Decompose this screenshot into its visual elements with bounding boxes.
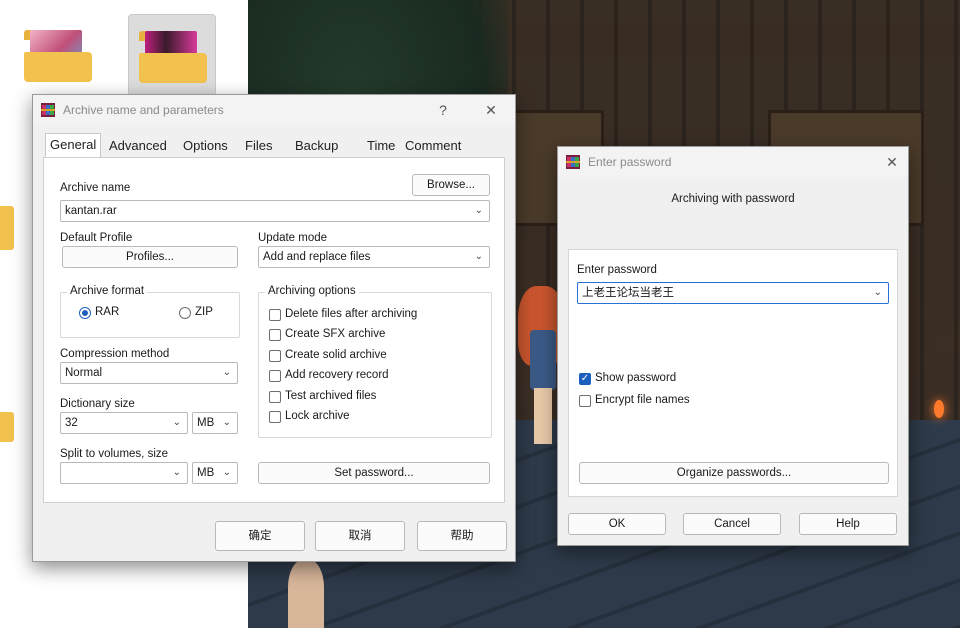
format-zip-radio[interactable]	[179, 307, 191, 319]
test-archived-label: Test archived files	[285, 390, 377, 402]
chevron-down-icon[interactable]: ⌄	[874, 283, 882, 303]
create-solid-checkbox[interactable]	[269, 350, 281, 362]
chevron-down-icon[interactable]: ⌄	[223, 463, 231, 483]
chevron-down-icon[interactable]: ⌄	[223, 363, 231, 383]
chevron-down-icon[interactable]: ⌄	[475, 247, 483, 267]
winrar-icon	[41, 103, 55, 117]
archive-name-value: kantan.rar	[65, 205, 117, 217]
folder-icon-partial	[0, 206, 14, 250]
cancel-button[interactable]: 取消	[315, 521, 405, 551]
split-unit-value: MB	[197, 467, 215, 479]
set-password-button[interactable]: Set password...	[258, 462, 490, 484]
format-rar-radio[interactable]	[79, 307, 91, 319]
tab-backup[interactable]: Backup	[291, 135, 342, 157]
dialog-titlebar[interactable]: Archive name and parameters ? ✕	[33, 95, 515, 125]
dictionary-size-label: Dictionary size	[60, 398, 135, 410]
chevron-down-icon[interactable]: ⌄	[173, 463, 181, 483]
tab-comment[interactable]: Comment	[401, 135, 465, 157]
delete-files-label: Delete files after archiving	[285, 308, 418, 320]
enter-password-dialog: Enter password ✕ Archiving with password…	[557, 146, 909, 546]
ok-button[interactable]: 确定	[215, 521, 305, 551]
create-sfx-checkbox[interactable]	[269, 329, 281, 341]
dialog-titlebar[interactable]: Enter password ✕	[558, 147, 908, 177]
profiles-button[interactable]: Profiles...	[62, 246, 238, 268]
archive-name-combobox[interactable]: kantan.rar ⌄	[60, 200, 490, 222]
recovery-record-checkbox[interactable]	[269, 370, 281, 382]
split-unit-select[interactable]: MB ⌄	[192, 462, 238, 484]
dictionary-unit-value: MB	[197, 417, 215, 429]
lock-archive-checkbox[interactable]	[269, 411, 281, 423]
archiving-options-group: Archiving options Delete files after arc…	[258, 285, 492, 438]
folder-item-selected[interactable]	[128, 14, 216, 96]
dictionary-unit-select[interactable]: MB ⌄	[192, 412, 238, 434]
show-password-checkbox[interactable]: ✓	[579, 373, 591, 385]
dictionary-size-value: 32	[65, 417, 78, 429]
chevron-down-icon[interactable]: ⌄	[475, 201, 483, 221]
help-button[interactable]: Help	[799, 513, 897, 535]
update-mode-select[interactable]: Add and replace files ⌄	[258, 246, 490, 268]
compression-method-label: Compression method	[60, 348, 170, 360]
enter-password-label: Enter password	[577, 264, 657, 276]
general-tab-panel: Archive name Browse... kantan.rar ⌄ Defa…	[43, 157, 505, 503]
folder-item[interactable]	[14, 14, 100, 94]
update-mode-label: Update mode	[258, 232, 328, 244]
format-rar-label: RAR	[95, 306, 120, 318]
folder-icon-partial	[0, 412, 14, 442]
lock-archive-label: Lock archive	[285, 410, 350, 422]
archive-format-label: Archive format	[67, 285, 148, 297]
help-question-icon[interactable]: ?	[433, 100, 453, 120]
lantern-light	[934, 400, 944, 418]
archive-parameters-dialog: Archive name and parameters ? ✕ General …	[32, 94, 516, 562]
archiving-options-label: Archiving options	[265, 285, 359, 297]
dialog-title: Archive name and parameters	[63, 103, 224, 117]
show-password-label: Show password	[595, 372, 677, 384]
winrar-icon	[566, 155, 580, 169]
folder-icon	[24, 30, 92, 82]
encrypt-file-names-label: Encrypt file names	[595, 394, 690, 406]
close-icon[interactable]: ✕	[481, 100, 501, 120]
tab-bar: General Advanced Options Files Backup Ti…	[43, 133, 505, 159]
dialog-title: Enter password	[588, 155, 672, 169]
create-solid-label: Create solid archive	[285, 349, 387, 361]
format-zip-label: ZIP	[195, 306, 213, 318]
password-value: 上老王论坛当老王	[582, 287, 674, 299]
chevron-down-icon[interactable]: ⌄	[173, 413, 181, 433]
tab-options[interactable]: Options	[179, 135, 232, 157]
dictionary-size-select[interactable]: 32 ⌄	[60, 412, 188, 434]
archive-format-group: Archive format RAR ZIP	[60, 285, 240, 338]
recovery-record-label: Add recovery record	[285, 369, 389, 381]
cancel-button[interactable]: Cancel	[683, 513, 781, 535]
tab-general[interactable]: General	[45, 133, 102, 159]
archiving-with-password-heading: Archiving with password	[671, 193, 795, 205]
browse-button[interactable]: Browse...	[412, 174, 490, 196]
create-sfx-label: Create SFX archive	[285, 328, 386, 340]
folder-icon	[139, 31, 207, 83]
default-profile-label: Default Profile	[60, 232, 133, 244]
chevron-down-icon[interactable]: ⌄	[223, 413, 231, 433]
update-mode-value: Add and replace files	[263, 251, 371, 263]
split-volumes-label: Split to volumes, size	[60, 448, 169, 460]
archive-name-label: Archive name	[60, 182, 131, 194]
organize-passwords-button[interactable]: Organize passwords...	[579, 462, 889, 484]
compression-method-select[interactable]: Normal ⌄	[60, 362, 238, 384]
tab-time[interactable]: Time	[363, 135, 399, 157]
tab-advanced[interactable]: Advanced	[105, 135, 171, 157]
encrypt-file-names-checkbox[interactable]	[579, 395, 591, 407]
test-archived-checkbox[interactable]	[269, 391, 281, 403]
tab-files[interactable]: Files	[241, 135, 276, 157]
help-button[interactable]: 帮助	[417, 521, 507, 551]
password-panel: Enter password 上老王论坛当老王 ⌄ ✓ Show passwor…	[568, 249, 898, 497]
ok-button[interactable]: OK	[568, 513, 666, 535]
delete-files-checkbox[interactable]	[269, 309, 281, 321]
password-combobox[interactable]: 上老王论坛当老王 ⌄	[577, 282, 889, 304]
close-icon[interactable]: ✕	[882, 152, 902, 172]
split-volumes-combobox[interactable]: ⌄	[60, 462, 188, 484]
compression-method-value: Normal	[65, 367, 103, 379]
